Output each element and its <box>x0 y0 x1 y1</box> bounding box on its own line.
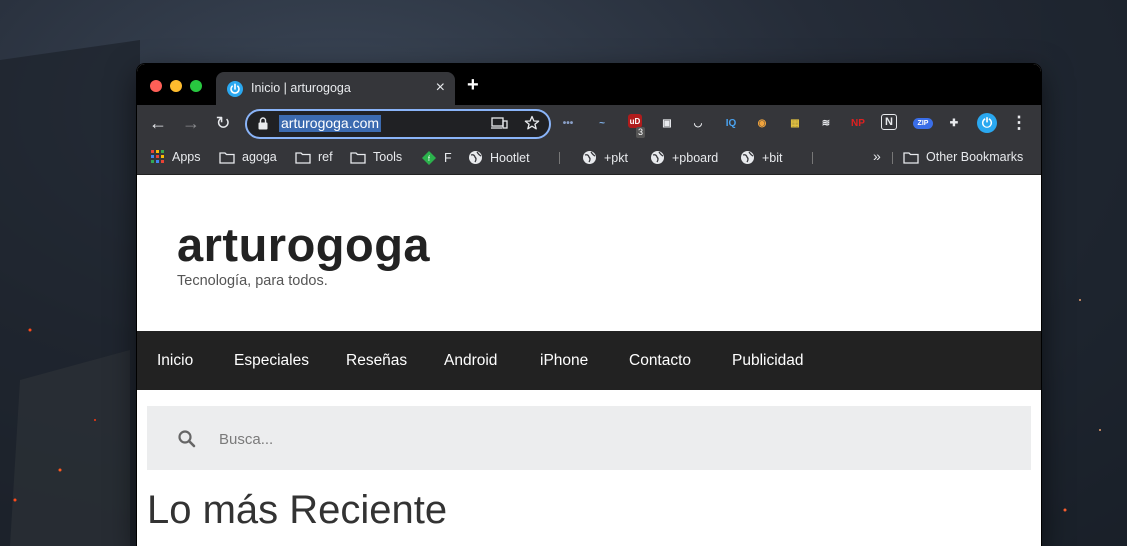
bookmark-f[interactable]: f F <box>421 150 452 166</box>
ext-np-icon[interactable]: NP <box>849 114 867 132</box>
section-heading: Lo más Reciente <box>147 488 448 532</box>
minimize-window-button[interactable] <box>170 80 182 92</box>
ext-zip-icon[interactable]: ZIP <box>913 118 933 129</box>
bookmark-label: +pkt <box>604 150 628 165</box>
bookmark-separator <box>559 152 560 164</box>
folder-icon <box>295 151 311 164</box>
bookmark-folder-agoga[interactable]: agoga <box>219 150 277 164</box>
bookmark-label: Tools <box>373 150 403 164</box>
nav-link-android[interactable]: Android <box>444 352 497 370</box>
tab-close-icon[interactable]: × <box>436 79 445 97</box>
globe-icon <box>583 151 596 164</box>
nav-link-resenas[interactable]: Reseñas <box>346 352 407 370</box>
site-tagline: Tecnología, para todos. <box>177 273 328 289</box>
bookmark-label: +bit <box>762 150 783 165</box>
bookmark-folder-tools[interactable]: Tools <box>350 150 402 164</box>
site-favicon-icon <box>227 81 243 97</box>
ext-dots-icon[interactable]: ••• <box>559 114 577 132</box>
feedly-icon: f <box>422 151 436 165</box>
browser-toolbar: ← → ↻ arturogoga.com ••• ~ uD 3 ▣ ◡ IQ ◉ ▦ ≋ NP N ZI… <box>137 105 1041 141</box>
apps-grid-icon <box>151 150 164 163</box>
globe-icon <box>651 151 664 164</box>
close-window-button[interactable] <box>150 80 162 92</box>
browser-tab[interactable]: Inicio | arturogoga × <box>216 72 455 105</box>
extensions-puzzle-icon[interactable]: ✚ <box>945 114 963 132</box>
bookmark-folder-ref[interactable]: ref <box>295 150 333 164</box>
cast-device-icon[interactable] <box>491 116 509 130</box>
browser-window: Inicio | arturogoga × + ← → ↻ arturogoga… <box>137 64 1041 546</box>
bookmark-label: Other Bookmarks <box>926 150 1024 164</box>
site-navigation: Inicio Especiales Reseñas Android iPhone… <box>137 331 1041 390</box>
fullscreen-window-button[interactable] <box>190 80 202 92</box>
bookmark-label: Hootlet <box>490 150 530 165</box>
nav-link-inicio[interactable]: Inicio <box>157 352 193 370</box>
tab-title: Inicio | arturogoga <box>251 81 351 95</box>
bookmark-folder-other[interactable]: Other Bookmarks <box>903 150 1023 164</box>
site-search <box>147 406 1031 470</box>
ext-badge-count: 3 <box>636 127 646 138</box>
ext-iq-icon[interactable]: IQ <box>722 114 740 132</box>
bookmark-separator <box>892 152 893 164</box>
ext-image-icon[interactable]: ▣ <box>658 114 676 132</box>
nav-link-especiales[interactable]: Especiales <box>234 352 309 370</box>
nav-link-publicidad[interactable]: Publicidad <box>732 352 804 370</box>
back-button[interactable]: ← <box>148 113 168 133</box>
bookmark-label: Apps <box>172 150 201 164</box>
bookmarks-bar: Apps agoga ref Tools f F Hootlet +pkt +p… <box>137 141 1041 175</box>
bookmark-label: +pboard <box>672 150 719 165</box>
bookmark-pboard[interactable]: +pboard <box>650 150 718 165</box>
ext-notion-icon[interactable]: N <box>881 114 897 130</box>
bookmark-pkt[interactable]: +pkt <box>582 150 628 165</box>
nav-link-contacto[interactable]: Contacto <box>629 352 691 370</box>
tab-bar: Inicio | arturogoga × + <box>137 64 1041 105</box>
bookmark-bit[interactable]: +bit <box>740 150 783 165</box>
ext-buffer-icon[interactable]: ≋ <box>817 114 835 132</box>
svg-text:f: f <box>428 156 430 163</box>
menu-kebab-icon[interactable]: ⋮ <box>1010 113 1028 132</box>
reload-button[interactable]: ↻ <box>213 113 233 133</box>
lock-icon[interactable] <box>258 117 268 130</box>
globe-icon <box>469 151 482 164</box>
url-text[interactable]: arturogoga.com <box>279 115 382 132</box>
forward-button[interactable]: → <box>181 113 201 133</box>
bookmark-label: agoga <box>242 150 277 164</box>
ext-owl-icon[interactable]: ◉ <box>753 114 771 132</box>
ext-power-icon[interactable]: ⏻ <box>977 113 997 133</box>
search-icon[interactable] <box>178 430 196 448</box>
search-input[interactable] <box>217 424 1001 454</box>
globe-icon <box>741 151 754 164</box>
bookmark-hootlet[interactable]: Hootlet <box>468 150 530 165</box>
web-page: arturogoga Tecnología, para todos. Inici… <box>137 175 1041 546</box>
ext-pocket-icon[interactable]: ◡ <box>689 114 707 132</box>
bookmark-star-icon[interactable] <box>524 115 540 131</box>
bookmark-apps[interactable]: Apps <box>151 150 201 164</box>
bookmarks-overflow-button[interactable]: » <box>873 148 881 164</box>
bookmark-separator <box>812 152 813 164</box>
folder-icon <box>350 151 366 164</box>
ext-colorpicker-icon[interactable]: ▦ <box>786 114 804 132</box>
folder-icon <box>219 151 235 164</box>
new-tab-button[interactable]: + <box>467 75 479 95</box>
folder-icon <box>903 151 919 164</box>
nav-link-iphone[interactable]: iPhone <box>540 352 588 370</box>
bookmark-label: ref <box>318 150 333 164</box>
site-title[interactable]: arturogoga <box>177 217 430 272</box>
address-bar[interactable]: arturogoga.com <box>245 109 551 139</box>
ext-weather-icon[interactable]: ~ <box>593 114 611 132</box>
bookmark-label: F <box>444 151 452 165</box>
ext-ublock-icon[interactable]: uD <box>628 114 642 128</box>
